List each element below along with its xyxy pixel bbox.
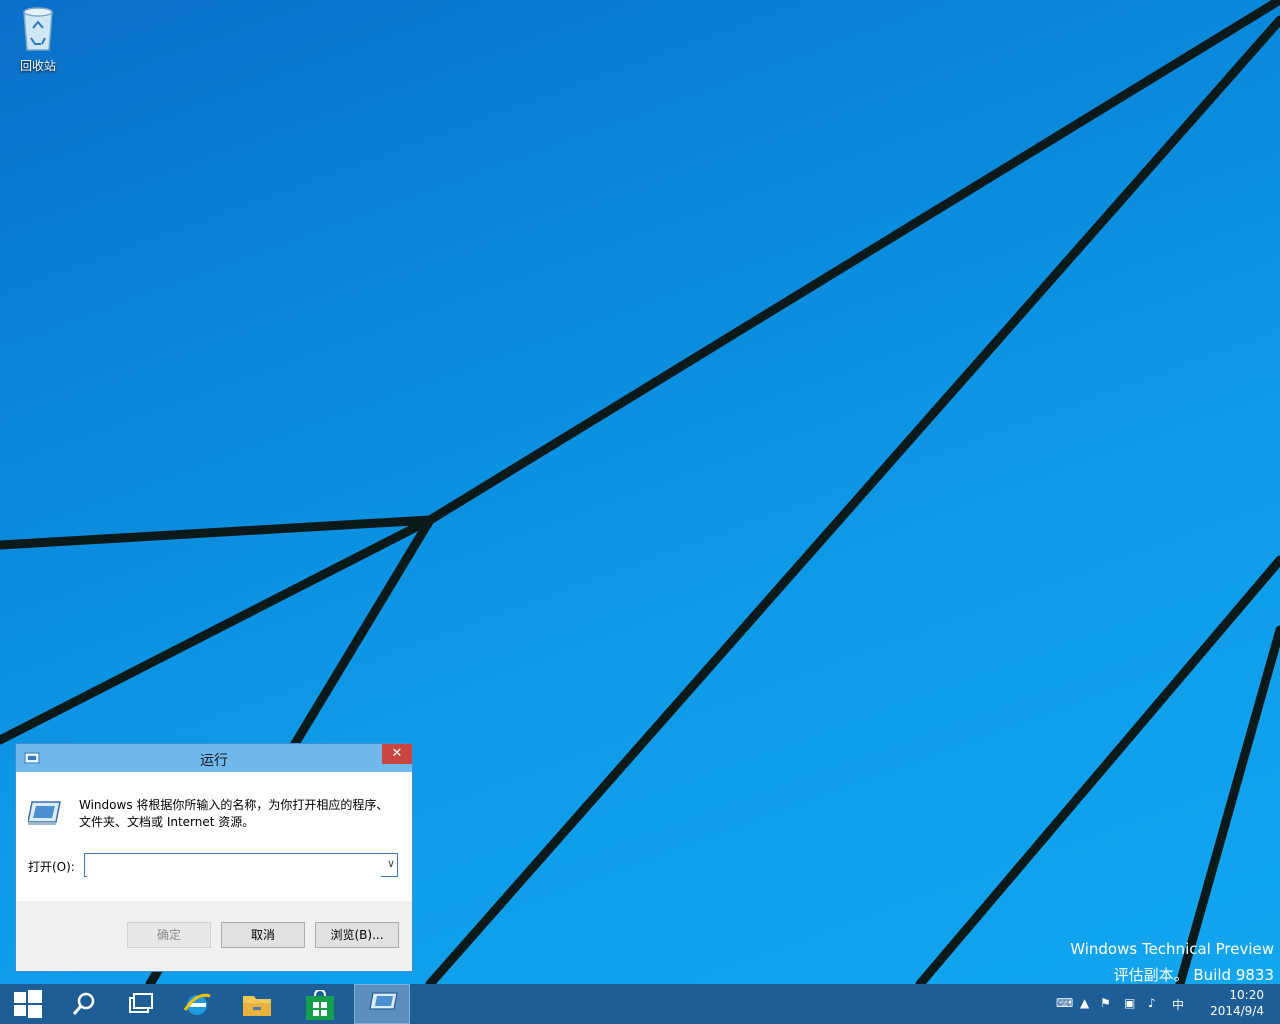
file-explorer-button[interactable] [228,984,284,1024]
run-dialog: 运行 ✕ Windows 将根据你所输入的名称，为你打开相应的程序、 文件夹、文… [15,743,413,972]
browse-button[interactable]: 浏览(B)... [315,922,399,948]
recycle-bin-label: 回收站 [19,59,56,73]
ime-indicator[interactable]: 中 [1172,996,1184,1013]
description-line-2: 文件夹、文档或 Internet 资源。 [79,815,255,829]
dialog-footer: 确定 取消 浏览(B)... [16,901,412,971]
dialog-title: 运行 [200,753,228,769]
search-button[interactable] [56,984,112,1024]
open-label: 打开(O): [28,860,75,874]
keyboard-icon[interactable]: ⌨ [1056,996,1073,1010]
clock-time: 10:20 [1229,988,1264,1002]
action-center-flag-icon[interactable]: ⚑ [1100,996,1111,1010]
run-icon [28,801,61,825]
watermark-build: 评估副本。 Build 9833 [1113,966,1274,984]
taskbar: ⌨ ▲ ⚑ ▣ ♪ 中 10:20 2014/9/4 [0,984,1280,1024]
volume-icon[interactable]: ♪ [1148,996,1156,1010]
open-input[interactable] [87,855,381,877]
clock[interactable]: 10:20 2014/9/4 [1210,987,1264,1019]
internet-explorer-icon [183,993,211,1015]
description-line-1: Windows 将根据你所输入的名称，为你打开相应的程序、 [79,798,389,812]
show-hidden-icons-button[interactable]: ▲ [1080,996,1089,1010]
system-tray: ⌨ ▲ ⚑ ▣ ♪ 中 10:20 2014/9/4 [1040,984,1280,1024]
dialog-description: Windows 将根据你所输入的名称，为你打开相应的程序、 文件夹、文档或 In… [79,797,399,831]
start-button[interactable] [0,984,56,1024]
title-bar[interactable]: 运行 ✕ [16,744,412,772]
recycle-bin[interactable]: 回收站 [10,6,66,74]
clock-date: 2014/9/4 [1210,1004,1264,1018]
ok-button[interactable]: 确定 [127,922,211,948]
task-view-button[interactable] [112,984,168,1024]
watermark-edition: Windows Technical Preview [1070,940,1274,958]
open-combobox[interactable]: ∨ [84,853,398,877]
store-icon [306,990,334,1020]
close-button[interactable]: ✕ [382,744,412,764]
recycle-bin-icon [23,7,53,51]
run-taskbar-button[interactable] [354,984,410,1024]
network-icon[interactable]: ▣ [1124,996,1135,1010]
task-view-icon [129,993,153,1013]
file-explorer-icon [243,996,271,1016]
search-icon [72,992,95,1015]
start-icon [14,990,42,1018]
chevron-down-icon[interactable]: ∨ [387,857,395,870]
cancel-button[interactable]: 取消 [221,922,305,948]
internet-explorer-button[interactable] [168,984,224,1024]
run-icon [369,992,398,1010]
store-button[interactable] [292,984,348,1024]
